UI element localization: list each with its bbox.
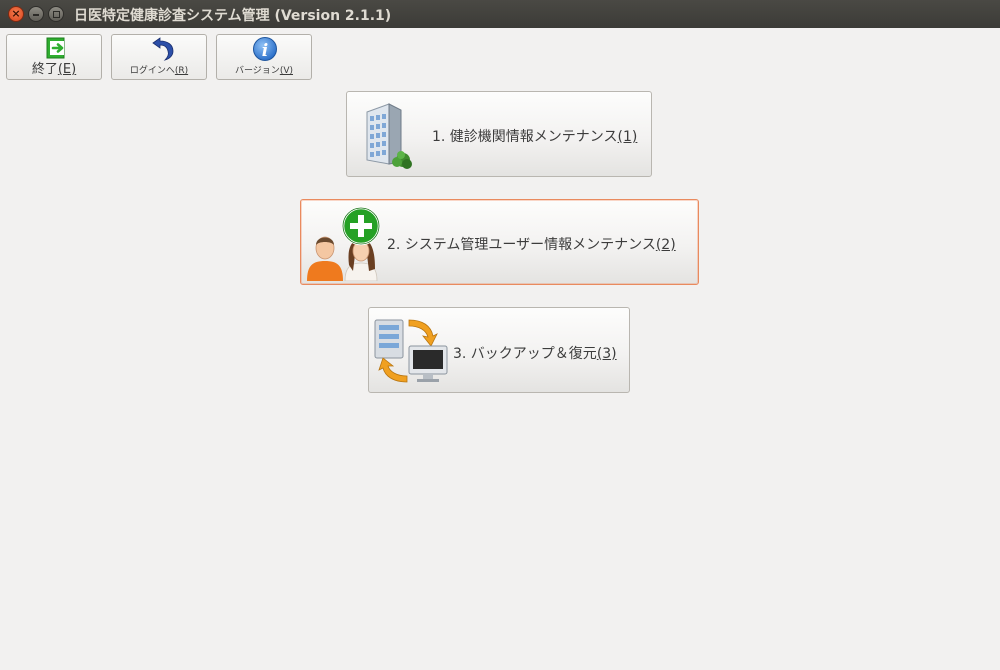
close-icon: ×	[11, 7, 21, 20]
minimize-window-button[interactable]	[28, 6, 44, 22]
exit-button-label: 終了(E)	[31, 62, 77, 77]
return-arrow-icon	[112, 36, 206, 62]
title-bar: × 日医特定健康診査システム管理 (Version 2.1.1)	[0, 0, 1000, 28]
backup-restore-icon	[373, 316, 449, 390]
info-icon: i	[217, 36, 311, 62]
version-button-label: バージョン(V)	[234, 66, 293, 76]
admin-user-maintenance-button[interactable]: 2. システム管理ユーザー情報メンテナンス(2)	[300, 199, 699, 285]
version-button[interactable]: i バージョン(V)	[216, 34, 312, 80]
backup-restore-button[interactable]: 3. バックアップ＆復元(3)	[368, 307, 630, 393]
facility-maintenance-button[interactable]: 1. 健診機関情報メンテナンス(1)	[346, 91, 652, 177]
maximize-window-button[interactable]	[48, 6, 64, 22]
building-icon	[359, 98, 415, 174]
facility-maintenance-label: 1. 健診機関情報メンテナンス(1)	[432, 129, 638, 145]
login-button[interactable]: ログインへ(R)	[111, 34, 207, 80]
add-users-icon	[305, 205, 385, 285]
window-title: 日医特定健康診査システム管理 (Version 2.1.1)	[74, 8, 392, 24]
close-window-button[interactable]: ×	[8, 6, 24, 22]
backup-restore-label: 3. バックアップ＆復元(3)	[453, 346, 617, 362]
login-button-label: ログインへ(R)	[129, 66, 189, 76]
admin-user-maintenance-label: 2. システム管理ユーザー情報メンテナンス(2)	[387, 237, 676, 253]
exit-button[interactable]: 終了(E)	[6, 34, 102, 80]
svg-text:i: i	[262, 41, 268, 61]
